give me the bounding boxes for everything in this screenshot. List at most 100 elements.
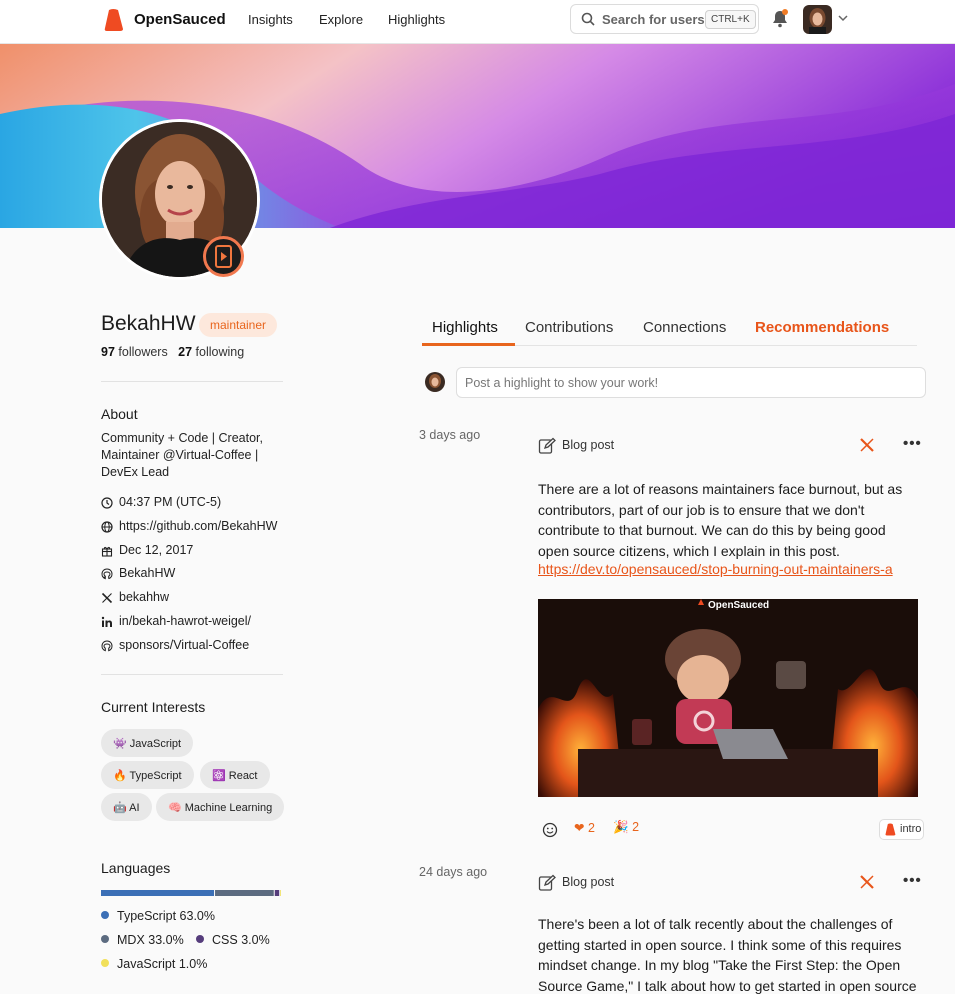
interests-title: Current Interests bbox=[101, 699, 206, 715]
language-bar-segment bbox=[280, 890, 281, 896]
globe-icon bbox=[101, 521, 113, 533]
x-icon bbox=[101, 592, 113, 604]
post-type: Blog post bbox=[538, 437, 614, 458]
about-title: About bbox=[101, 406, 138, 422]
interest-chip-javascript[interactable]: 👾 JavaScript bbox=[101, 729, 194, 757]
languages-bar bbox=[101, 890, 281, 896]
language-bar-segment bbox=[215, 890, 274, 896]
followers-label[interactable]: followers bbox=[118, 345, 167, 359]
bio-text: Community + Code | Creator, Maintainer @… bbox=[101, 431, 263, 479]
top-nav: OpenSauced Insights Explore Highlights S… bbox=[0, 0, 955, 44]
heart-count: 2 bbox=[587, 821, 595, 835]
nav-link-highlights[interactable]: Highlights bbox=[388, 12, 445, 27]
followers-count: 97 bbox=[101, 345, 115, 359]
language-bar-segment bbox=[274, 890, 280, 896]
blog-cover-image[interactable]: OpenSauced bbox=[538, 599, 918, 797]
x-share-icon[interactable] bbox=[859, 437, 875, 453]
profile-name: BekahHW bbox=[101, 312, 196, 335]
notification-dot bbox=[782, 9, 788, 15]
language-name: MDX bbox=[117, 933, 145, 947]
github-text[interactable]: BekahHW bbox=[119, 566, 175, 580]
avatar-image bbox=[803, 5, 832, 34]
divider bbox=[101, 674, 283, 675]
tab-highlights[interactable]: Highlights bbox=[432, 319, 498, 336]
post-text: There are a lot of reasons maintainers f… bbox=[538, 481, 903, 559]
divider bbox=[101, 381, 283, 382]
local-time-text: 04:37 PM (UTC-5) bbox=[119, 495, 222, 509]
edit-icon bbox=[538, 874, 556, 891]
interest-chip-react[interactable]: ⚛️ React bbox=[200, 761, 270, 789]
tada-count: 2 bbox=[632, 820, 640, 834]
language-color-dot bbox=[101, 959, 109, 967]
more-options-button[interactable]: ••• bbox=[903, 435, 922, 452]
language-percent: 1.0% bbox=[178, 957, 208, 971]
brand-name[interactable]: OpenSauced bbox=[134, 11, 226, 28]
nav-link-insights[interactable]: Insights bbox=[248, 12, 293, 27]
user-menu-avatar[interactable] bbox=[803, 5, 832, 34]
tab-contributions[interactable]: Contributions bbox=[525, 319, 613, 336]
repo-tag[interactable]: intro bbox=[879, 819, 924, 840]
follow-stats: 97 followers 27 following bbox=[101, 345, 244, 359]
joined-text: Dec 12, 2017 bbox=[119, 543, 194, 557]
heart-reaction[interactable]: ❤ 2 bbox=[574, 820, 595, 835]
tab-connections[interactable]: Connections bbox=[643, 319, 726, 336]
language-color-dot bbox=[101, 911, 109, 919]
language-name: JavaScript bbox=[117, 957, 176, 971]
edit-icon bbox=[538, 437, 556, 454]
language-color-dot bbox=[196, 935, 204, 943]
nav-link-explore[interactable]: Explore bbox=[319, 12, 363, 27]
language-mdx: MDX 33.0% bbox=[101, 933, 184, 947]
tab-recommendations[interactable]: Recommendations bbox=[755, 319, 889, 336]
interest-chip-typescript[interactable]: 🔥 TypeScript bbox=[101, 761, 194, 789]
chevron-down-icon[interactable] bbox=[838, 14, 848, 22]
following-count: 27 bbox=[178, 345, 193, 359]
twitter-text[interactable]: bekahhw bbox=[119, 590, 169, 604]
tada-icon: 🎉 bbox=[613, 820, 629, 834]
language-typescript: TypeScript 63.0% bbox=[101, 909, 215, 923]
maintainer-badge-icon bbox=[203, 236, 244, 277]
post-type: Blog post bbox=[538, 874, 614, 895]
role-badge: maintainer bbox=[199, 313, 278, 337]
search-shortcut: CTRL+K bbox=[705, 10, 756, 29]
language-bar-segment bbox=[101, 890, 215, 896]
post-type-label: Blog post bbox=[562, 438, 615, 452]
language-percent: 63.0% bbox=[179, 909, 215, 923]
x-share-icon[interactable] bbox=[859, 874, 875, 890]
interest-chip-machine-learning[interactable]: 🧠 Machine Learning bbox=[156, 793, 285, 821]
interest-chip-ai[interactable]: 🤖 AI bbox=[101, 793, 152, 821]
website-text[interactable]: https://github.com/BekahHW bbox=[119, 519, 277, 533]
search-placeholder: Search for users bbox=[602, 12, 705, 27]
clock-icon bbox=[101, 497, 113, 509]
language-name: TypeScript bbox=[117, 909, 177, 923]
composer-avatar bbox=[425, 372, 445, 392]
opensauced-logo-icon[interactable] bbox=[104, 8, 124, 32]
github-icon bbox=[101, 568, 113, 580]
post-type-label: Blog post bbox=[562, 875, 615, 889]
linkedin-icon bbox=[101, 616, 112, 627]
linkedin-text[interactable]: in/bekah-hawrot-weigel/ bbox=[119, 614, 251, 628]
language-name: CSS bbox=[212, 933, 238, 947]
post-time: 24 days ago bbox=[419, 865, 488, 879]
github-icon bbox=[101, 640, 113, 652]
post-time: 3 days ago bbox=[419, 428, 481, 442]
heart-icon: ❤ bbox=[574, 821, 585, 835]
following-label[interactable]: following bbox=[196, 345, 245, 359]
tada-reaction[interactable]: 🎉 2 bbox=[613, 820, 639, 835]
gift-icon bbox=[101, 546, 113, 557]
language-percent: 33.0% bbox=[148, 933, 184, 947]
sponsors-text[interactable]: sponsors/Virtual-Coffee bbox=[119, 638, 249, 652]
languages-title: Languages bbox=[101, 860, 171, 876]
notifications-button[interactable] bbox=[772, 9, 788, 33]
search-users-button[interactable]: Search for users CTRL+K bbox=[570, 4, 759, 34]
more-options-button[interactable]: ••• bbox=[903, 872, 922, 889]
post-link-wrap: https://dev.to/opensauced/stop-burning-o… bbox=[538, 559, 918, 581]
highlight-composer-input[interactable]: Post a highlight to show your work! bbox=[456, 367, 926, 398]
post-link[interactable]: https://dev.to/opensauced/stop-burning-o… bbox=[538, 561, 893, 577]
cover-brand-text: OpenSauced bbox=[708, 600, 770, 611]
language-css: CSS 3.0% bbox=[196, 933, 270, 947]
repo-tag-text: intro bbox=[900, 823, 922, 835]
opensauced-logo-icon bbox=[885, 823, 896, 836]
add-reaction-icon[interactable] bbox=[542, 822, 558, 838]
active-tab-indicator bbox=[422, 343, 515, 346]
post-text: There's been a lot of talk recently abou… bbox=[538, 916, 917, 994]
